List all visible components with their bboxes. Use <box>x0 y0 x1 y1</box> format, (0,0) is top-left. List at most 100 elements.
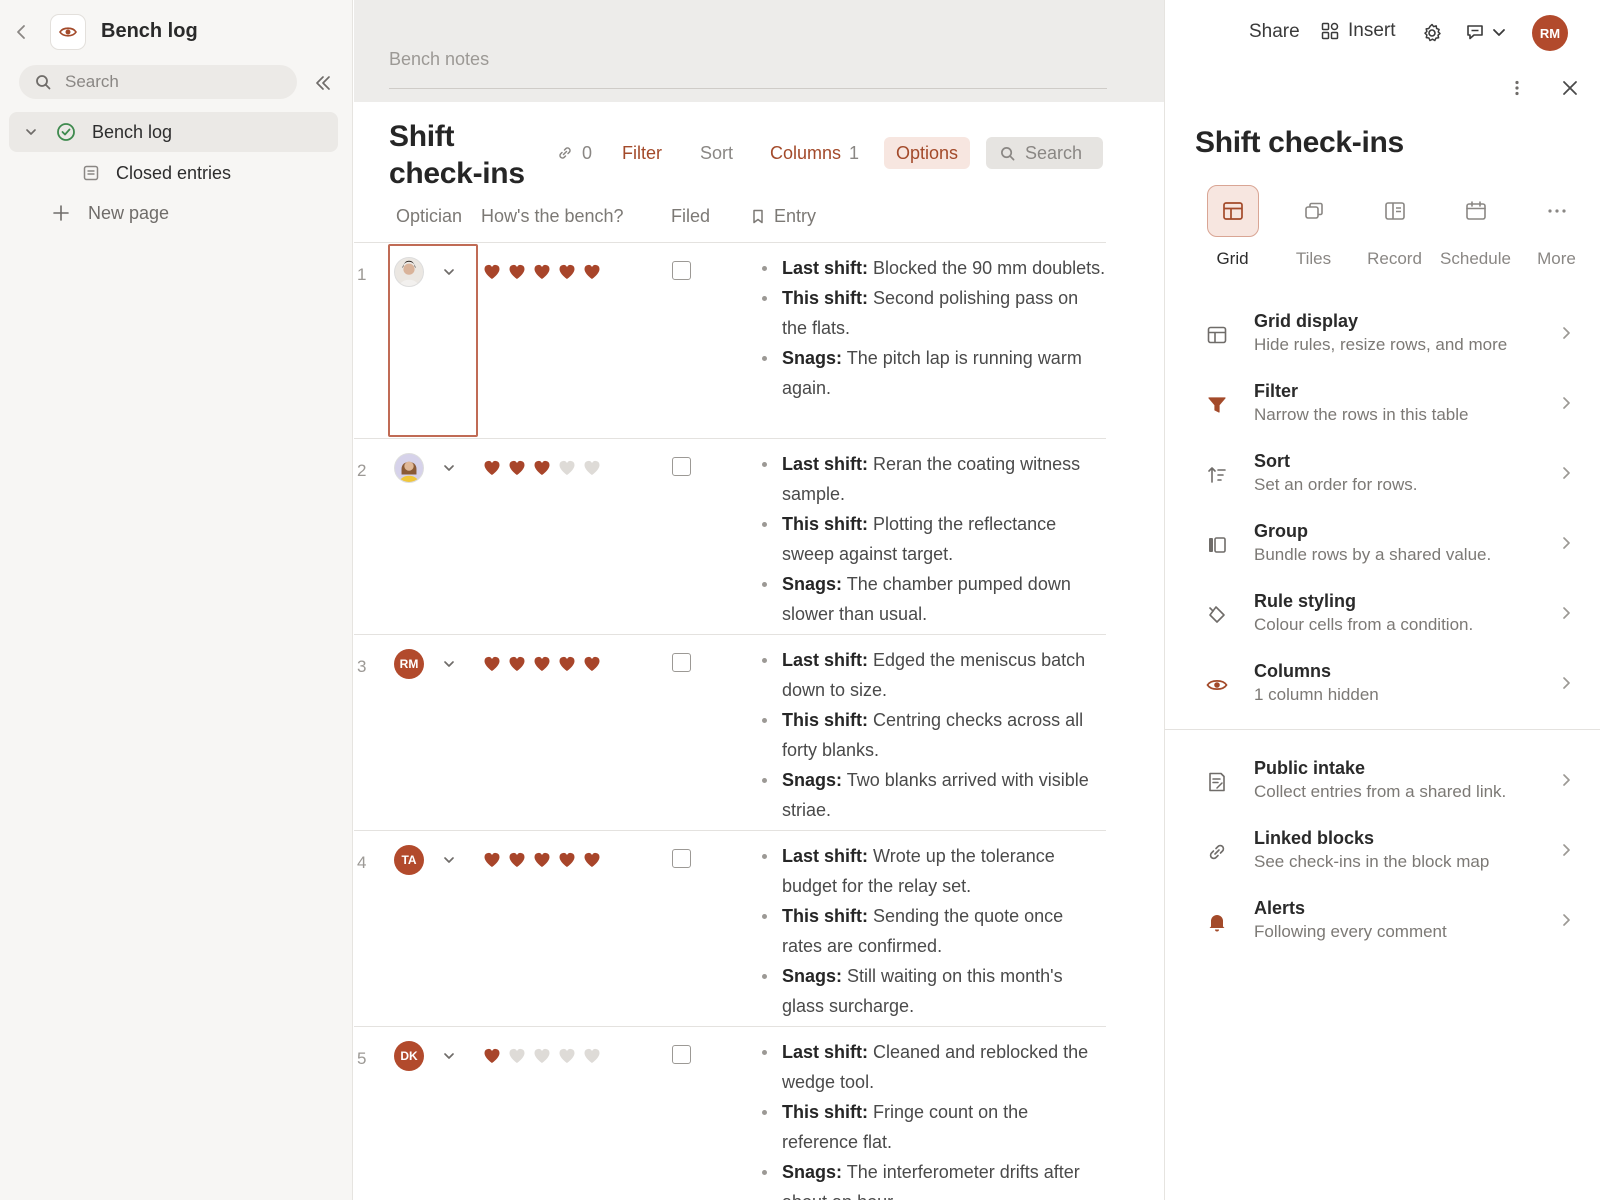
heart-icon[interactable] <box>508 1047 526 1064</box>
table-row[interactable]: 5 DK Last shift: Cleaned and reblocked the… <box>354 1027 1106 1200</box>
entry-bullets[interactable]: Last shift: Blocked the 90 mm doublets. T… <box>760 253 1106 403</box>
new-page-button[interactable]: New page <box>52 193 169 233</box>
table-search-button[interactable]: Search <box>986 137 1103 169</box>
chevron-down-icon[interactable] <box>442 461 456 475</box>
app-icon-box[interactable] <box>50 14 86 50</box>
entry-bullets[interactable]: Last shift: Cleaned and reblocked the we… <box>760 1037 1106 1200</box>
heart-icon[interactable] <box>483 851 501 868</box>
rating-hearts[interactable] <box>483 655 601 672</box>
heart-icon[interactable] <box>508 459 526 476</box>
comment-menu-button[interactable] <box>1465 22 1507 42</box>
column-header-filed[interactable]: Filed <box>671 206 710 227</box>
heart-icon[interactable] <box>483 459 501 476</box>
avatar[interactable]: TA <box>394 845 424 875</box>
sidebar-item-bench-log[interactable]: Bench log <box>9 112 338 152</box>
heart-icon[interactable] <box>508 263 526 280</box>
heart-icon[interactable] <box>483 263 501 280</box>
option-rule-styling[interactable]: Rule styling Colour cells from a conditi… <box>1205 591 1575 641</box>
collapse-sidebar-icon[interactable] <box>312 72 334 94</box>
option-sort[interactable]: Sort Set an order for rows. <box>1205 451 1575 501</box>
heart-icon[interactable] <box>583 459 601 476</box>
entry-bullets[interactable]: Last shift: Edged the meniscus batch dow… <box>760 645 1106 825</box>
linked-count-button[interactable]: 0 <box>556 137 592 169</box>
heart-icon[interactable] <box>508 851 526 868</box>
sort-button[interactable]: Sort <box>700 137 733 169</box>
chevron-down-icon[interactable] <box>442 853 456 867</box>
gear-icon[interactable] <box>1421 22 1443 44</box>
heart-icon[interactable] <box>558 851 576 868</box>
page-breadcrumb-title[interactable]: Bench notes <box>389 49 489 70</box>
view-label: More <box>1537 249 1576 268</box>
table-row[interactable]: 2 Last shift: Reran the coating witness s… <box>354 439 1106 635</box>
view-schedule[interactable]: Schedule <box>1435 185 1516 269</box>
view-record[interactable]: Record <box>1354 185 1435 269</box>
sidebar-search-input[interactable]: Search <box>19 65 297 99</box>
entry-bullets[interactable]: Last shift: Wrote up the tolerance budge… <box>760 841 1106 1021</box>
heart-icon[interactable] <box>508 655 526 672</box>
heart-icon[interactable] <box>533 459 551 476</box>
filter-button[interactable]: Filter <box>622 137 662 169</box>
table-title[interactable]: Shift check-ins <box>389 118 539 192</box>
filed-checkbox[interactable] <box>672 261 691 280</box>
heart-icon[interactable] <box>483 1047 501 1064</box>
view-grid[interactable]: Grid <box>1192 185 1273 269</box>
table-row[interactable]: 3 RM Last shift: Edged the meniscus batch … <box>354 635 1106 831</box>
heart-icon[interactable] <box>533 1047 551 1064</box>
heart-icon[interactable] <box>583 263 601 280</box>
chevron-left-icon[interactable] <box>12 22 32 42</box>
chevron-down-icon[interactable] <box>442 657 456 671</box>
heart-icon[interactable] <box>533 851 551 868</box>
filed-checkbox[interactable] <box>672 457 691 476</box>
heart-icon[interactable] <box>483 655 501 672</box>
share-button[interactable]: Share <box>1249 21 1300 43</box>
column-header-entry[interactable]: Entry <box>752 206 816 227</box>
option-subtitle: Hide rules, resize rows, and more <box>1254 335 1508 354</box>
heart-icon[interactable] <box>583 1047 601 1064</box>
view-switcher: Grid Tiles Record Schedule More <box>1192 185 1597 269</box>
chevron-down-icon[interactable] <box>442 265 456 279</box>
column-header-optician[interactable]: Optician <box>396 206 462 227</box>
heart-icon[interactable] <box>583 851 601 868</box>
grid-layout-icon <box>1207 326 1227 344</box>
close-icon[interactable] <box>1560 78 1580 98</box>
column-header-bench[interactable]: How's the bench? <box>481 206 624 227</box>
option-grid-display[interactable]: Grid display Hide rules, resize rows, an… <box>1205 311 1575 361</box>
heart-icon[interactable] <box>533 655 551 672</box>
option-columns[interactable]: Columns 1 column hidden <box>1205 661 1575 711</box>
rating-hearts[interactable] <box>483 851 601 868</box>
heart-icon[interactable] <box>558 459 576 476</box>
rating-hearts[interactable] <box>483 459 601 476</box>
columns-button[interactable]: Columns 1 <box>770 137 859 169</box>
sidebar-item-closed-entries[interactable]: Closed entries <box>82 153 231 193</box>
rating-hearts[interactable] <box>483 1047 601 1064</box>
avatar[interactable]: RM <box>394 649 424 679</box>
view-tiles[interactable]: Tiles <box>1273 185 1354 269</box>
option-alerts[interactable]: Alerts Following every comment <box>1205 898 1575 948</box>
table-row[interactable]: 4 TA Last shift: Wrote up the tolerance bu… <box>354 831 1106 1027</box>
rating-hearts[interactable] <box>483 263 601 280</box>
filed-checkbox[interactable] <box>672 653 691 672</box>
insert-button[interactable]: Insert <box>1321 20 1396 42</box>
filed-checkbox[interactable] <box>672 1045 691 1064</box>
entry-bullets[interactable]: Last shift: Reran the coating witness sa… <box>760 449 1106 629</box>
more-vertical-icon[interactable] <box>1507 78 1527 98</box>
heart-icon[interactable] <box>533 263 551 280</box>
avatar[interactable] <box>394 257 424 287</box>
option-group[interactable]: Group Bundle rows by a shared value. <box>1205 521 1575 571</box>
avatar[interactable] <box>394 453 424 483</box>
filed-checkbox[interactable] <box>672 849 691 868</box>
heart-icon[interactable] <box>558 263 576 280</box>
heart-icon[interactable] <box>558 655 576 672</box>
user-avatar[interactable]: RM <box>1532 15 1568 51</box>
option-linked-blocks[interactable]: Linked blocks See check-ins in the block… <box>1205 828 1575 878</box>
options-button[interactable]: Options <box>884 137 971 169</box>
chevron-down-icon[interactable] <box>442 1049 456 1063</box>
view-more[interactable]: More <box>1516 185 1597 269</box>
option-public-intake[interactable]: Public intake Collect entries from a sha… <box>1205 758 1575 808</box>
chevron-down-icon[interactable] <box>24 125 38 139</box>
table-row[interactable]: 1 Last shift: Blocked the 90 mm doublets.… <box>354 243 1106 439</box>
heart-icon[interactable] <box>558 1047 576 1064</box>
avatar[interactable]: DK <box>394 1041 424 1071</box>
option-filter[interactable]: Filter Narrow the rows in this table <box>1205 381 1575 431</box>
heart-icon[interactable] <box>583 655 601 672</box>
